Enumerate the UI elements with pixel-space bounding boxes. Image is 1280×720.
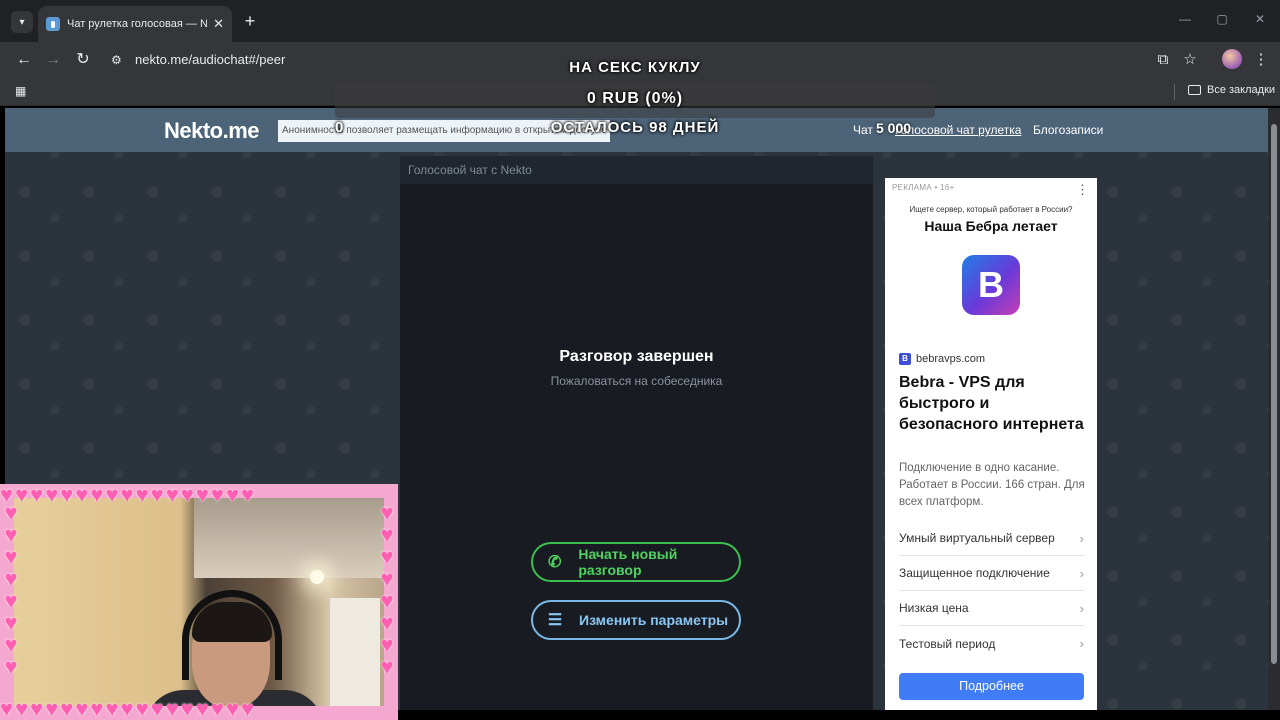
phone-icon: ✆	[547, 554, 562, 571]
chat-header: Голосовой чат с Nekto	[400, 156, 873, 184]
site-logo[interactable]: Nekto.me	[164, 118, 260, 144]
headphones-icon	[182, 590, 282, 680]
nav-blog-link[interactable]: Блогозаписи	[1033, 123, 1103, 137]
browser-tab-bar: ▾ Чат рулетка голосовая — Nekto ✕ + — ▢ …	[0, 0, 1280, 42]
folder-icon	[1188, 85, 1201, 95]
change-params-label: Изменить параметры	[579, 612, 729, 628]
all-bookmarks-button[interactable]: Все закладки	[1188, 84, 1275, 96]
all-bookmarks-label: Все закладки	[1207, 84, 1276, 96]
ad-feature-label: Защищенное подключение	[899, 566, 1050, 580]
chevron-right-icon: ›	[1079, 636, 1084, 651]
webcam-video	[14, 498, 384, 706]
profile-avatar[interactable]	[1222, 49, 1242, 69]
donation-goal-overlay: НА СЕКС КУКЛУ 0 RUB (0%) 0 ОСТАЛОСЬ 98 Д…	[335, 52, 935, 142]
ad-feature-label: Низкая цена	[899, 601, 969, 615]
back-icon[interactable]: ←	[14, 50, 34, 70]
ad-logo: B	[962, 255, 1020, 315]
bookmark-star-icon[interactable]: ☆	[1180, 50, 1200, 70]
donation-amount: 0 RUB (0%)	[586, 90, 684, 107]
tab-search-icon[interactable]: ▾	[11, 11, 33, 33]
webcam-overlay: ♥♥♥♥♥♥♥♥♥♥♥♥♥♥♥♥♥ ♥♥♥♥♥♥♥♥♥♥♥♥♥♥♥♥♥ ♥ ♥ …	[0, 484, 398, 720]
microphone-favicon-icon	[46, 17, 60, 31]
ad-description: Подключение в одно касание. Работает в Р…	[899, 462, 1085, 508]
ad-feature-row[interactable]: Низкая цена ›	[899, 591, 1084, 626]
ad-feature-label: Тестовый период	[899, 636, 996, 651]
report-link[interactable]: Пожаловаться на собеседника	[400, 374, 873, 388]
ad-tag: РЕКЛАМА • 16+	[892, 183, 955, 192]
close-tab-icon[interactable]: ✕	[213, 16, 224, 32]
kebab-menu-icon[interactable]: ⋮	[1251, 50, 1271, 70]
scrollbar-thumb[interactable]	[1271, 124, 1277, 664]
chevron-right-icon: ›	[1079, 600, 1084, 616]
ad-feature-row[interactable]: Тестовый период ›	[899, 626, 1084, 661]
install-app-icon[interactable]: ⧉	[1153, 50, 1173, 70]
change-params-button[interactable]: ☰ Изменить параметры	[531, 600, 741, 640]
ad-domain[interactable]: B bebravps.com	[899, 353, 985, 365]
reload-icon[interactable]: ↻	[73, 50, 93, 70]
ad-feature-row[interactable]: Защищенное подключение ›	[899, 556, 1084, 591]
donation-remaining: ОСТАЛОСЬ 98 ДНЕЙ	[550, 119, 720, 136]
ad-feature-row[interactable]: Умный виртуальный сервер ›	[899, 521, 1084, 556]
address-bar[interactable]: nekto.me/audiochat#/peer	[135, 52, 285, 67]
maximize-icon[interactable]: ▢	[1213, 12, 1231, 26]
new-chat-label: Начать новый разговор	[578, 546, 678, 578]
chat-ended-status: Разговор завершен	[559, 348, 714, 365]
minimize-icon[interactable]: —	[1176, 12, 1194, 26]
ad-cta-button[interactable]: Подробнее	[899, 673, 1084, 700]
new-tab-icon[interactable]: +	[240, 10, 260, 32]
page-scrollbar[interactable]	[1268, 108, 1280, 710]
new-chat-button[interactable]: ✆ Начать новый разговор	[531, 542, 741, 582]
forward-icon[interactable]: →	[43, 50, 63, 70]
ad-question: Ищете сервер, который работает в России?	[909, 205, 1073, 214]
stream-counter: 5 000	[876, 120, 912, 136]
ad-domain-label: bebravps.com	[916, 353, 986, 365]
apps-grid-icon[interactable]: ▦	[15, 84, 29, 98]
tab-title: Чат рулетка голосовая — Nekto	[67, 18, 208, 30]
ad-title[interactable]: Bebra - VPS для быстрого и безопасного и…	[899, 372, 1089, 435]
browser-tab-active[interactable]: Чат рулетка голосовая — Nekto ✕	[38, 6, 232, 42]
ad-favicon-icon: B	[899, 353, 911, 365]
donation-goal-title: НА СЕКС КУКЛУ	[569, 59, 701, 76]
close-window-icon[interactable]: ✕	[1251, 12, 1269, 26]
ad-banner[interactable]: РЕКЛАМА • 16+ ⋮ Ищете сервер, который ра…	[885, 178, 1097, 710]
site-settings-icon[interactable]: ⚙	[111, 50, 127, 70]
bookmarks-divider	[1174, 84, 1175, 100]
ad-headline: Наша Бебра летает	[924, 218, 1058, 234]
list-icon: ☰	[547, 612, 563, 629]
ad-menu-icon[interactable]: ⋮	[1076, 182, 1089, 198]
ad-feature-label: Умный виртуальный сервер	[899, 531, 1055, 545]
chevron-right-icon: ›	[1079, 530, 1084, 546]
chat-panel: Голосовой чат с Nekto Разговор завершен …	[400, 156, 873, 710]
chevron-right-icon: ›	[1079, 565, 1084, 581]
